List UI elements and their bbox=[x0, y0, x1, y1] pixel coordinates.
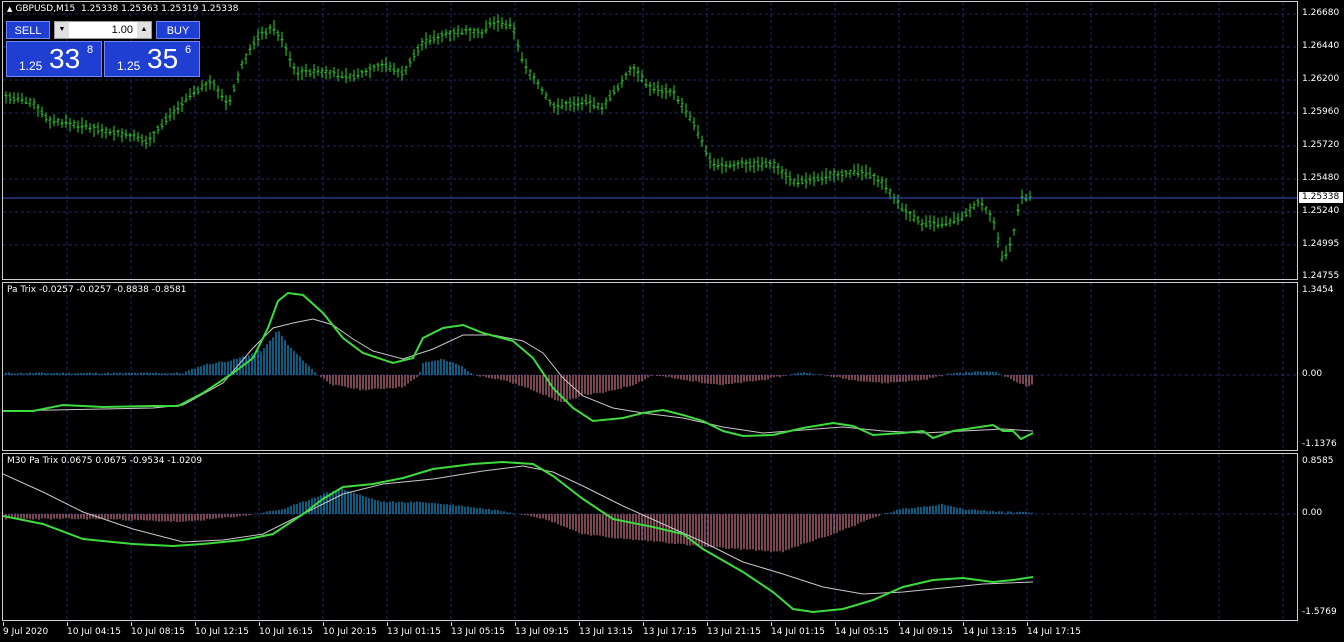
sell-price-fraction: 8 bbox=[87, 44, 94, 56]
scale-level: 0.00 bbox=[1302, 369, 1323, 379]
one-click-trading-panel: SELL ▼ 1.00 ▲ BUY 1.25 33 8 1.25 35 6 bbox=[6, 21, 200, 77]
m30-pa-trix-chart[interactable] bbox=[3, 454, 1298, 621]
indicator-pane-m30-pa-trix[interactable]: M30 Pa Trix 0.0675 0.0675 -0.9534 -1.020… bbox=[2, 453, 1298, 621]
symbol-label: GBPUSD,M15 bbox=[15, 4, 76, 14]
buy-price-pips: 35 bbox=[147, 43, 179, 74]
scale-level: -1.5769 bbox=[1302, 607, 1337, 617]
ohlc-values: 1.25338 1.25363 1.25319 1.25338 bbox=[81, 4, 239, 14]
main-price-scale[interactable]: 1.26680 1.26440 1.26200 1.25960 1.25720 … bbox=[1299, 1, 1344, 281]
lot-size-stepper[interactable]: ▼ 1.00 ▲ bbox=[54, 21, 152, 39]
time-label: 14 Jul 09:15 bbox=[899, 627, 953, 637]
time-label: 13 Jul 01:15 bbox=[387, 627, 441, 637]
time-label: 10 Jul 04:15 bbox=[67, 627, 121, 637]
indicator1-scale[interactable]: 1.3454 0.00 -1.1376 bbox=[1299, 282, 1344, 451]
time-label: 10 Jul 08:15 bbox=[131, 627, 185, 637]
price-level: 1.24995 bbox=[1302, 239, 1340, 249]
price-level: 1.26680 bbox=[1302, 8, 1340, 18]
time-label: 13 Jul 21:15 bbox=[707, 627, 761, 637]
indicator2-scale[interactable]: 0.8585 0.00 -1.5769 bbox=[1299, 453, 1344, 621]
price-level: 1.25720 bbox=[1302, 140, 1340, 150]
time-axis[interactable]: 9 Jul 2020 10 Jul 04:15 10 Jul 08:15 10 … bbox=[0, 622, 1300, 642]
price-level: 1.25960 bbox=[1302, 107, 1340, 117]
time-label: 14 Jul 13:15 bbox=[963, 627, 1017, 637]
indicator-pane-pa-trix[interactable]: Pa Trix -0.0257 -0.0257 -0.8838 -0.8581 bbox=[2, 282, 1298, 451]
current-price-label: 1.25338 bbox=[1299, 192, 1343, 203]
buy-price-prefix: 1.25 bbox=[117, 59, 141, 73]
time-label: 14 Jul 01:15 bbox=[771, 627, 825, 637]
histogram-negative bbox=[317, 375, 1033, 402]
scale-level: -1.1376 bbox=[1302, 439, 1337, 449]
time-label: 9 Jul 2020 bbox=[3, 627, 49, 637]
sell-price-prefix: 1.25 bbox=[19, 59, 43, 73]
buy-button[interactable]: BUY bbox=[156, 21, 200, 39]
time-label: 10 Jul 16:15 bbox=[259, 627, 313, 637]
trix-line bbox=[3, 465, 1034, 595]
time-label: 13 Jul 09:15 bbox=[515, 627, 569, 637]
pa-trix-chart[interactable] bbox=[3, 283, 1298, 451]
price-level: 1.25240 bbox=[1302, 206, 1340, 216]
lot-size-input[interactable]: 1.00 bbox=[69, 22, 137, 38]
time-label: 10 Jul 12:15 bbox=[195, 627, 249, 637]
triangle-up-icon[interactable]: ▲ bbox=[7, 5, 12, 13]
price-level: 1.24755 bbox=[1302, 271, 1340, 281]
signal-line bbox=[3, 291, 1034, 441]
chart-title: ▲ GBPUSD,M15 1.25338 1.25363 1.25319 1.25… bbox=[7, 4, 238, 14]
sell-price-box[interactable]: 1.25 33 8 bbox=[6, 41, 102, 77]
scale-level: 1.3454 bbox=[1302, 285, 1334, 295]
arrow-down-icon[interactable]: ▼ bbox=[55, 22, 69, 38]
scale-level: 0.00 bbox=[1302, 508, 1323, 518]
sell-price-pips: 33 bbox=[49, 43, 81, 74]
time-label: 13 Jul 13:15 bbox=[579, 627, 633, 637]
indicator-title: Pa Trix -0.0257 -0.0257 -0.8838 -0.8581 bbox=[7, 285, 187, 295]
time-label: 13 Jul 05:15 bbox=[451, 627, 505, 637]
sell-button[interactable]: SELL bbox=[6, 21, 50, 39]
time-label: 13 Jul 17:15 bbox=[643, 627, 697, 637]
arrow-up-icon[interactable]: ▲ bbox=[137, 22, 151, 38]
time-label: 14 Jul 05:15 bbox=[835, 627, 889, 637]
indicator-title: M30 Pa Trix 0.0675 0.0675 -0.9534 -1.020… bbox=[7, 456, 203, 466]
scale-level: 0.8585 bbox=[1302, 456, 1334, 466]
price-level: 1.26200 bbox=[1302, 74, 1340, 84]
time-label: 14 Jul 17:15 bbox=[1027, 627, 1081, 637]
price-level: 1.25480 bbox=[1302, 173, 1340, 183]
buy-price-box[interactable]: 1.25 35 6 bbox=[104, 41, 200, 77]
price-level: 1.26440 bbox=[1302, 41, 1340, 51]
histogram-negative bbox=[5, 514, 883, 553]
time-label: 10 Jul 20:15 bbox=[323, 627, 377, 637]
buy-price-fraction: 6 bbox=[185, 44, 192, 56]
signal-line bbox=[3, 460, 1034, 614]
